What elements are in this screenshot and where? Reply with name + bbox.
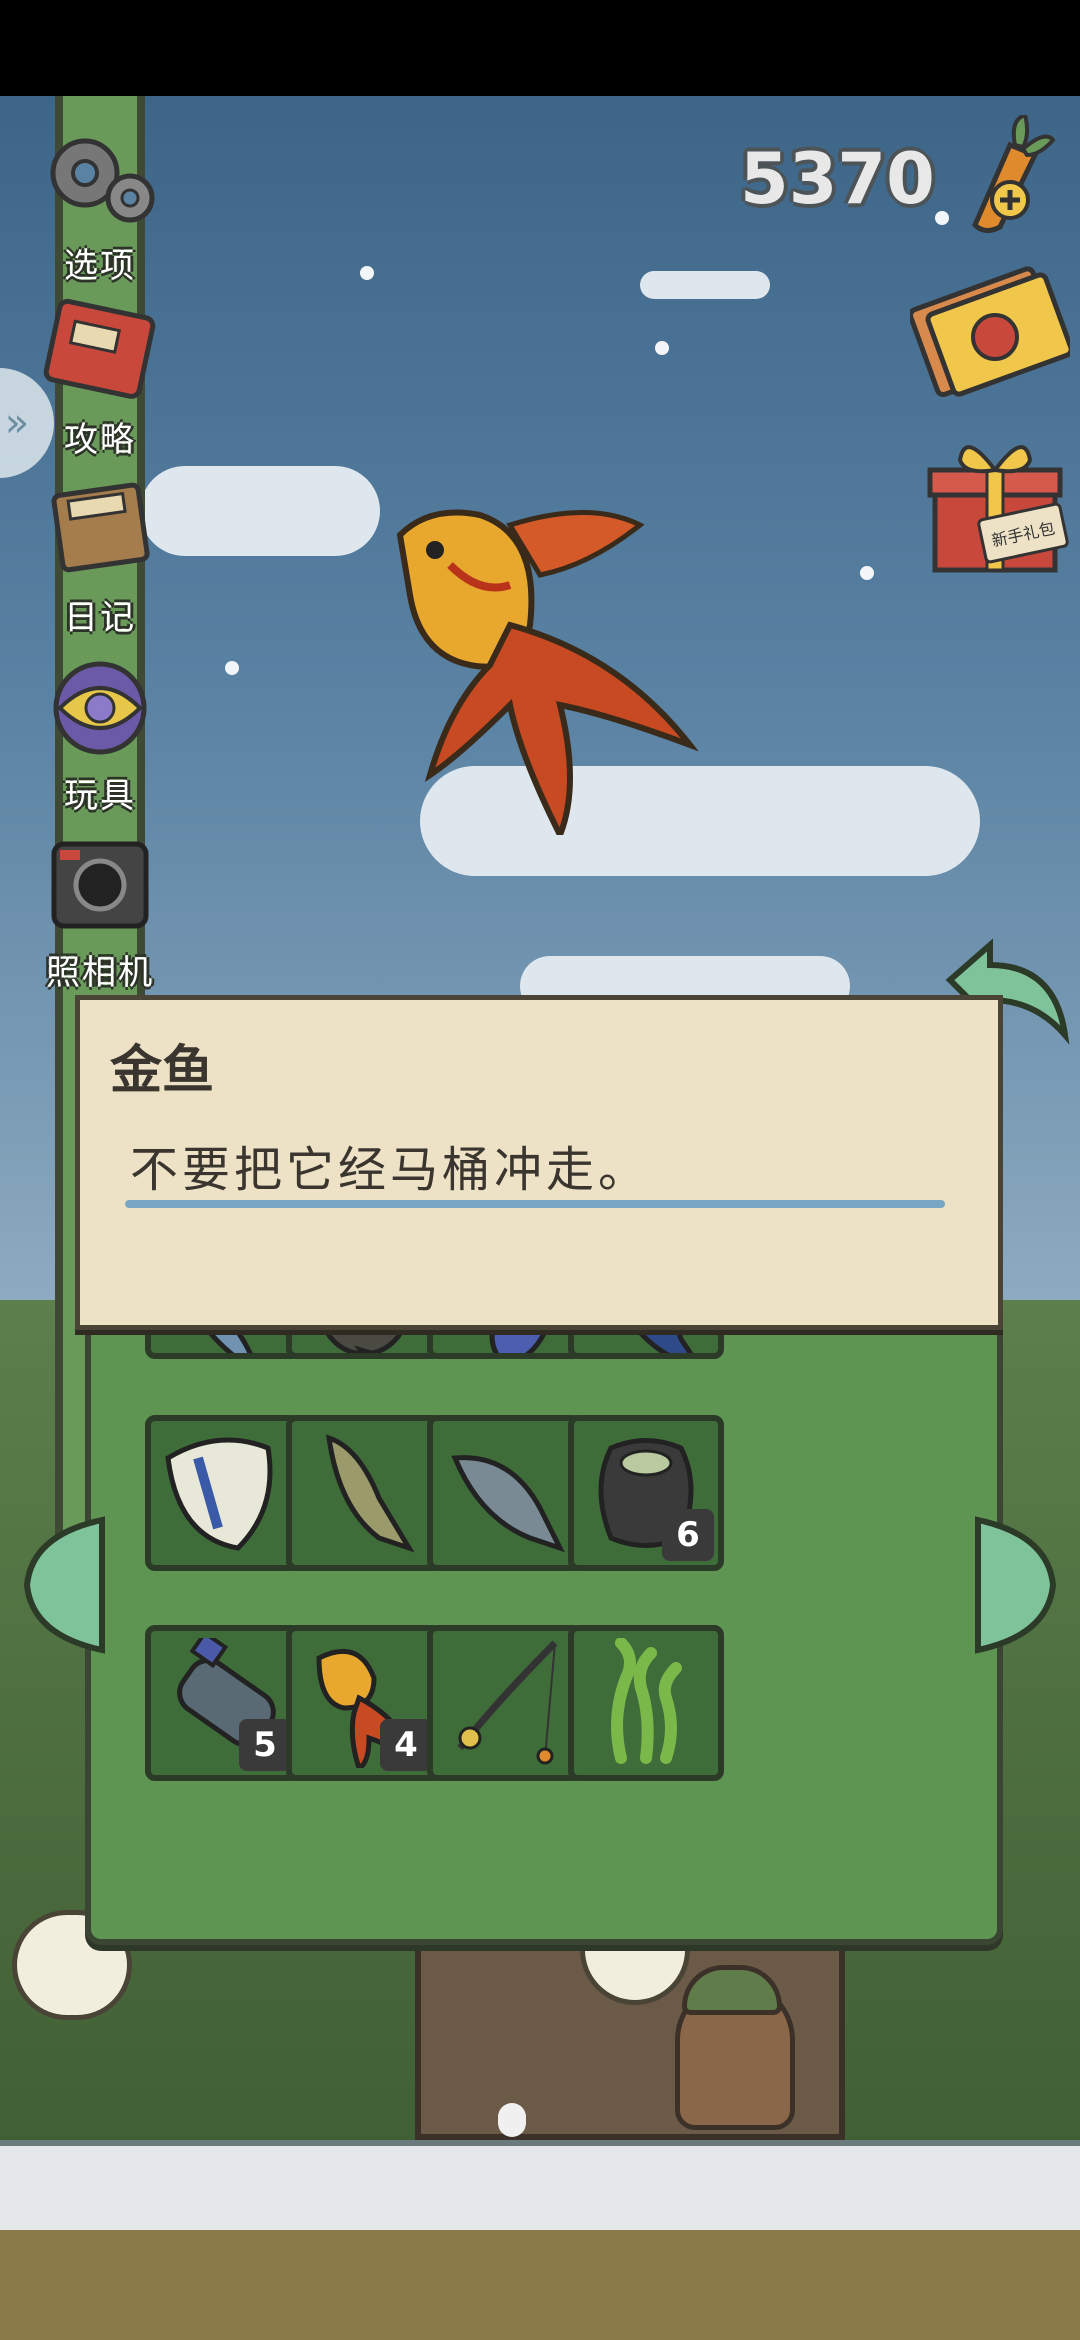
- gear-icon: [40, 118, 160, 238]
- butterflyfish-icon: [165, 1437, 273, 1551]
- inventory-slot-carp[interactable]: [286, 1415, 442, 1571]
- item-count-badge: 5: [239, 1719, 291, 1771]
- inventory-slot-butterflyfish[interactable]: [145, 1415, 301, 1571]
- status-bar: [0, 0, 1080, 96]
- previous-page-button[interactable]: [22, 1515, 112, 1655]
- next-page-button[interactable]: [968, 1515, 1058, 1655]
- inventory-slot-goldfish[interactable]: 4: [286, 1625, 442, 1781]
- item-name: 金鱼: [110, 1041, 215, 1101]
- ticket-icon[interactable]: [908, 265, 1074, 400]
- sidebar-item-options[interactable]: 选项: [30, 118, 170, 287]
- sidebar-item-camera[interactable]: 照相机: [30, 825, 170, 994]
- sidebar-label: 日记: [64, 598, 136, 638]
- inventory-slot-seaweed[interactable]: [568, 1625, 724, 1781]
- carp-icon: [325, 1434, 415, 1553]
- inventory-panel: 6 5 4: [85, 1269, 1003, 1945]
- inventory-slot-plastic-bottle[interactable]: 5: [145, 1625, 301, 1781]
- diary-icon: [40, 470, 160, 590]
- sidebar-item-diary[interactable]: 日记: [30, 470, 170, 639]
- sidebar-label: 选项: [64, 246, 136, 286]
- snowflake: [655, 341, 669, 355]
- game-screen: 选项 攻略 日记 玩具 照相机 » 5370 新手礼包 6 5 4 金鱼 不要把…: [0, 0, 1080, 2340]
- item-count-badge: 4: [380, 1719, 432, 1771]
- double-chevron-right-icon: »: [4, 400, 30, 446]
- sidebar-label: 照相机: [46, 953, 154, 993]
- seaweed-icon: [611, 1638, 682, 1764]
- carrot-plus-icon[interactable]: [955, 112, 1056, 245]
- goldfish-illustration: [390, 505, 710, 843]
- item-count-badge: 6: [662, 1509, 714, 1561]
- cloud: [140, 466, 380, 556]
- inventory-slot-trout[interactable]: [427, 1415, 583, 1571]
- toy-ball-icon: [40, 648, 160, 768]
- carrot-count: 5370: [740, 138, 935, 220]
- fishing-rod-icon: [457, 1640, 558, 1765]
- cloud: [640, 271, 770, 299]
- trout-icon: [451, 1455, 565, 1553]
- sidebar-item-toys[interactable]: 玩具: [30, 648, 170, 817]
- camera-icon: [40, 825, 160, 945]
- snowflake: [225, 661, 239, 675]
- snow-ground: [0, 2140, 1080, 2236]
- snowflake: [860, 566, 874, 580]
- inventory-slot-broken-pot[interactable]: 6: [568, 1415, 724, 1571]
- item-info-dialog: 金鱼 不要把它经马桶冲走。: [75, 995, 1003, 1330]
- item-description: 不要把它经马桶冲走。: [130, 1142, 651, 1198]
- snowflake: [935, 211, 949, 225]
- inventory-slot-fishing-rod[interactable]: [427, 1625, 583, 1781]
- snowflake: [360, 266, 374, 280]
- guidebook-icon: [40, 292, 160, 412]
- dirt-ground: [0, 2230, 1080, 2340]
- sidebar-label: 玩具: [64, 776, 136, 816]
- rabbit-character[interactable]: [498, 2103, 526, 2137]
- description-underline: [125, 1200, 945, 1208]
